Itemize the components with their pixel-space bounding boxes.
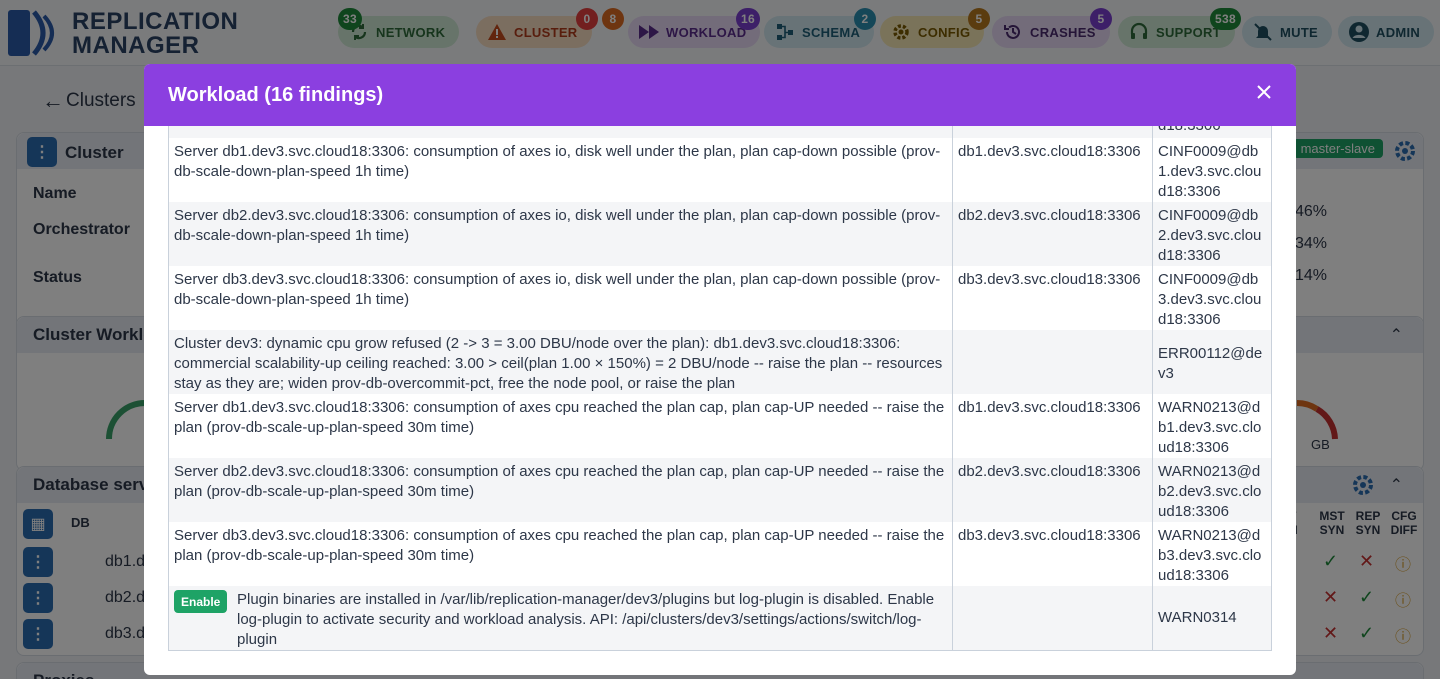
table-row: Server db2.dev3.svc.cloud18:3306: consum… bbox=[168, 458, 1272, 522]
enable-plugin-button[interactable]: Enable bbox=[174, 590, 228, 613]
finding-code: CINF0009@db3.dev3.svc.cloud18:3306 bbox=[1152, 266, 1272, 330]
finding-message: Server db2.dev3.svc.cloud18:3306: consum… bbox=[174, 207, 941, 244]
finding-code: CINF0009@db1.dev3.svc.cloud18:3306 bbox=[1152, 138, 1272, 202]
finding-code: WARN0314 bbox=[1152, 586, 1272, 650]
finding-server bbox=[952, 330, 1152, 394]
finding-server: db3.dev3.svc.cloud18:3306 bbox=[952, 522, 1152, 586]
finding-message: Server db1.dev3.svc.cloud18:3306: consum… bbox=[174, 399, 945, 436]
findings-table[interactable]: d18:3306 Server db1.dev3.svc.cloud18:330… bbox=[168, 126, 1272, 651]
finding-message: Plugin binaries are installed in /var/li… bbox=[237, 591, 935, 648]
finding-server bbox=[952, 586, 1152, 650]
modal-header: Workload (16 findings) bbox=[144, 64, 1296, 126]
finding-code: WARN0213@db1.dev3.svc.cloud18:3306 bbox=[1152, 394, 1272, 458]
table-row: Server db2.dev3.svc.cloud18:3306: consum… bbox=[168, 202, 1272, 266]
finding-message: Server db1.dev3.svc.cloud18:3306: consum… bbox=[174, 143, 941, 180]
table-row: Server db3.dev3.svc.cloud18:3306: consum… bbox=[168, 522, 1272, 586]
finding-code: ERR00112@dev3 bbox=[1152, 330, 1272, 394]
table-row: Server db1.dev3.svc.cloud18:3306: consum… bbox=[168, 138, 1272, 202]
finding-server: db3.dev3.svc.cloud18:3306 bbox=[952, 266, 1152, 330]
finding-message: Server db3.dev3.svc.cloud18:3306: consum… bbox=[174, 271, 941, 308]
close-icon[interactable] bbox=[1252, 80, 1276, 104]
finding-code: WARN0213@db3.dev3.svc.cloud18:3306 bbox=[1152, 522, 1272, 586]
finding-message: Server db3.dev3.svc.cloud18:3306: consum… bbox=[174, 527, 945, 564]
finding-code: WARN0213@db2.dev3.svc.cloud18:3306 bbox=[1152, 458, 1272, 522]
table-row: d18:3306 bbox=[168, 126, 1272, 138]
finding-server: db2.dev3.svc.cloud18:3306 bbox=[952, 202, 1152, 266]
finding-message: Cluster dev3: dynamic cpu grow refused (… bbox=[174, 335, 943, 392]
finding-server: db1.dev3.svc.cloud18:3306 bbox=[952, 138, 1152, 202]
finding-server: db1.dev3.svc.cloud18:3306 bbox=[952, 394, 1152, 458]
table-row: Plugin binaries are installed in /var/li… bbox=[168, 586, 1272, 650]
workload-findings-modal: Workload (16 findings) d18:3306 Server d… bbox=[144, 64, 1296, 675]
table-row: Cluster dev3: dynamic cpu grow refused (… bbox=[168, 330, 1272, 394]
finding-code: CINF0009@db2.dev3.svc.cloud18:3306 bbox=[1152, 202, 1272, 266]
table-row: Server db3.dev3.svc.cloud18:3306: consum… bbox=[168, 266, 1272, 330]
table-row: Server db1.dev3.svc.cloud18:3306: consum… bbox=[168, 394, 1272, 458]
modal-title: Workload (16 findings) bbox=[168, 84, 384, 106]
finding-code: d18:3306 bbox=[1152, 126, 1272, 138]
finding-message: Server db2.dev3.svc.cloud18:3306: consum… bbox=[174, 463, 945, 500]
finding-server: db2.dev3.svc.cloud18:3306 bbox=[952, 458, 1152, 522]
